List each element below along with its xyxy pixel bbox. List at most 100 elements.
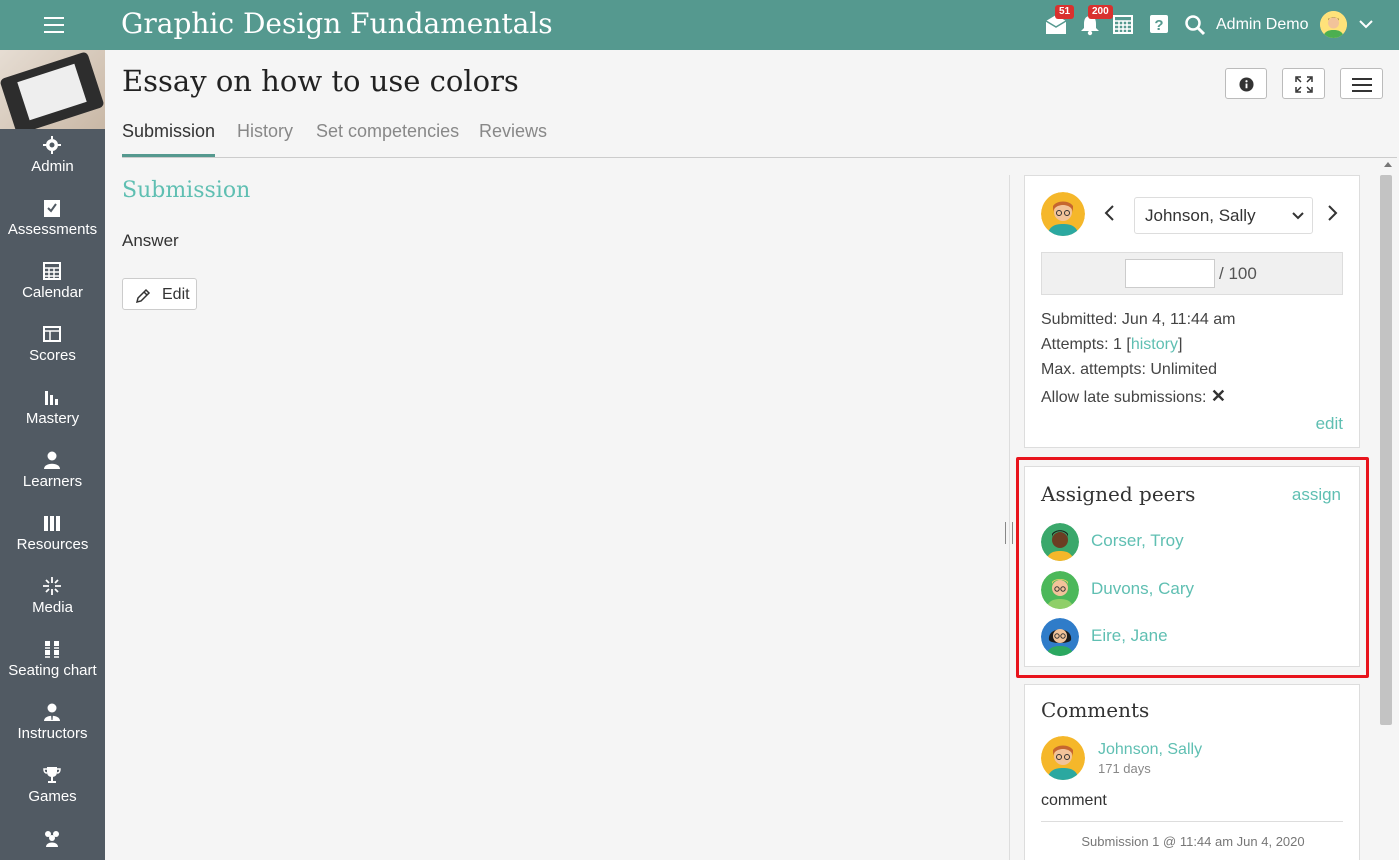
- comments-title: Comments: [1041, 698, 1150, 722]
- calendar-grid-icon[interactable]: [1113, 14, 1135, 36]
- late-submissions-info: Allow late submissions: ✕: [1041, 386, 1226, 407]
- gear-icon: [43, 136, 61, 154]
- books-icon: [44, 516, 60, 531]
- gradebook-icon: [43, 326, 61, 342]
- tab-history[interactable]: History: [237, 121, 293, 142]
- chevron-left-icon: [1104, 205, 1114, 221]
- sidebar-item-label: Games: [28, 788, 77, 805]
- top-bar: Graphic Design Fundamentals 51 200 ? Adm…: [0, 0, 1399, 50]
- chevron-right-icon: [1328, 205, 1338, 221]
- sidebar-item-seating-chart[interactable]: Seating chart: [0, 633, 105, 696]
- close-icon: ✕: [1210, 386, 1226, 406]
- sidebar-item-label: Seating chart: [8, 662, 97, 679]
- group-icon: [45, 831, 59, 847]
- sidebar-item-calendar[interactable]: Calendar: [0, 255, 105, 318]
- sidebar-item-label: Admin: [31, 158, 74, 175]
- comment-author-avatar[interactable]: [1041, 736, 1085, 780]
- info-icon: [1239, 77, 1254, 92]
- peer-avatar[interactable]: [1041, 523, 1079, 561]
- bar-chart-icon: [45, 391, 58, 405]
- sidebar-item-resources[interactable]: Resources: [0, 507, 105, 570]
- checklist-icon: [44, 200, 60, 217]
- hamburger-menu-icon[interactable]: [44, 17, 64, 33]
- grade-box: / 100: [1041, 252, 1343, 295]
- peer-avatar[interactable]: [1041, 571, 1079, 609]
- chevron-down-icon: [1292, 212, 1304, 220]
- max-attempts-info: Max. attempts: Unlimited: [1041, 361, 1218, 378]
- messages-badge: 51: [1055, 5, 1075, 19]
- edit-button[interactable]: Edit: [122, 278, 197, 310]
- sidebar-item-games[interactable]: Games: [0, 759, 105, 822]
- student-avatar: [1041, 192, 1085, 236]
- sparkle-icon: [43, 577, 61, 595]
- assigned-peers-title: Assigned peers: [1041, 482, 1196, 506]
- grade-input[interactable]: [1125, 259, 1215, 288]
- user-name[interactable]: Admin Demo: [1216, 16, 1308, 34]
- submission-heading: Submission: [122, 178, 251, 203]
- answer-label: Answer: [122, 231, 179, 250]
- sidebar-item-label: Scores: [29, 347, 76, 364]
- app-title[interactable]: Graphic Design Fundamentals: [121, 7, 553, 40]
- peer-item: Duvons, Cary: [1041, 571, 1341, 609]
- course-image[interactable]: [0, 50, 105, 129]
- tab-submission[interactable]: Submission: [122, 121, 215, 142]
- edit-link[interactable]: edit: [1316, 414, 1343, 434]
- peer-item: Eire, Jane: [1041, 618, 1341, 656]
- scrollbar-thumb[interactable]: [1380, 175, 1392, 725]
- pencil-icon: [135, 288, 151, 304]
- previous-student-button[interactable]: [1103, 202, 1115, 228]
- calendar-icon: [43, 262, 61, 280]
- peer-link[interactable]: Corser, Troy: [1091, 531, 1184, 551]
- fullscreen-button[interactable]: [1282, 68, 1325, 99]
- peer-item: Corser, Troy: [1041, 523, 1341, 561]
- assign-link[interactable]: assign: [1292, 485, 1341, 505]
- panel-divider: [1009, 175, 1010, 860]
- menu-icon: [1352, 78, 1372, 92]
- grade-max: / 100: [1219, 264, 1257, 283]
- sidebar-item-scores[interactable]: Scores: [0, 318, 105, 381]
- assigned-peers-panel: Assigned peers assign Corser, Troy Duvon…: [1024, 466, 1360, 667]
- tab-set-competencies[interactable]: Set competencies: [316, 121, 459, 142]
- peer-link[interactable]: Eire, Jane: [1091, 626, 1168, 646]
- edit-button-label: Edit: [162, 286, 190, 303]
- sidebar-item-learners[interactable]: Learners: [0, 444, 105, 507]
- sidebar-item-admin[interactable]: Admin: [0, 129, 105, 192]
- sidebar-item-label: Calendar: [22, 284, 83, 301]
- comment-author-link[interactable]: Johnson, Sally: [1098, 741, 1202, 759]
- instructor-icon: [44, 703, 60, 721]
- comment-divider: [1041, 821, 1343, 822]
- sidebar-item-instructors[interactable]: Instructors: [0, 696, 105, 759]
- comment-footer: Submission 1 @ 11:44 am Jun 4, 2020: [1081, 834, 1305, 849]
- search-icon[interactable]: [1184, 14, 1206, 36]
- help-icon[interactable]: ?: [1149, 14, 1171, 36]
- sidebar-item-group[interactable]: [0, 822, 105, 860]
- active-tab-indicator: [122, 154, 215, 157]
- sidebar-item-assessments[interactable]: Assessments: [0, 192, 105, 255]
- chevron-down-icon[interactable]: [1358, 17, 1380, 39]
- student-select[interactable]: Johnson, Sally: [1134, 197, 1313, 234]
- messages-icon[interactable]: 51: [1045, 5, 1075, 36]
- seats-icon: [45, 641, 59, 658]
- tab-reviews[interactable]: Reviews: [479, 121, 547, 142]
- comment-text: comment: [1041, 792, 1107, 809]
- user-avatar[interactable]: [1320, 11, 1347, 38]
- resize-handle[interactable]: [1005, 522, 1013, 544]
- student-select-value: Johnson, Sally: [1145, 206, 1256, 225]
- next-student-button[interactable]: [1327, 202, 1339, 228]
- sidebar-item-label: Assessments: [7, 221, 98, 238]
- attempts-suffix: ]: [1177, 336, 1183, 353]
- peer-link[interactable]: Duvons, Cary: [1091, 579, 1194, 599]
- notifications-icon[interactable]: 200: [1079, 5, 1113, 36]
- peer-avatar[interactable]: [1041, 618, 1079, 656]
- expand-icon: [1295, 76, 1313, 93]
- sidebar-item-mastery[interactable]: Mastery: [0, 381, 105, 444]
- info-button[interactable]: [1225, 68, 1267, 99]
- sidebar-item-media[interactable]: Media: [0, 570, 105, 633]
- options-menu-button[interactable]: [1340, 68, 1383, 99]
- submitted-info: Submitted: Jun 4, 11:44 am: [1041, 311, 1236, 328]
- sidebar-item-label: Media: [32, 599, 73, 616]
- scroll-up-arrow[interactable]: [1384, 162, 1392, 167]
- user-icon: [44, 451, 60, 469]
- sidebar: Admin Assessments Calendar Scores Master…: [0, 50, 105, 860]
- history-link[interactable]: history: [1131, 336, 1178, 353]
